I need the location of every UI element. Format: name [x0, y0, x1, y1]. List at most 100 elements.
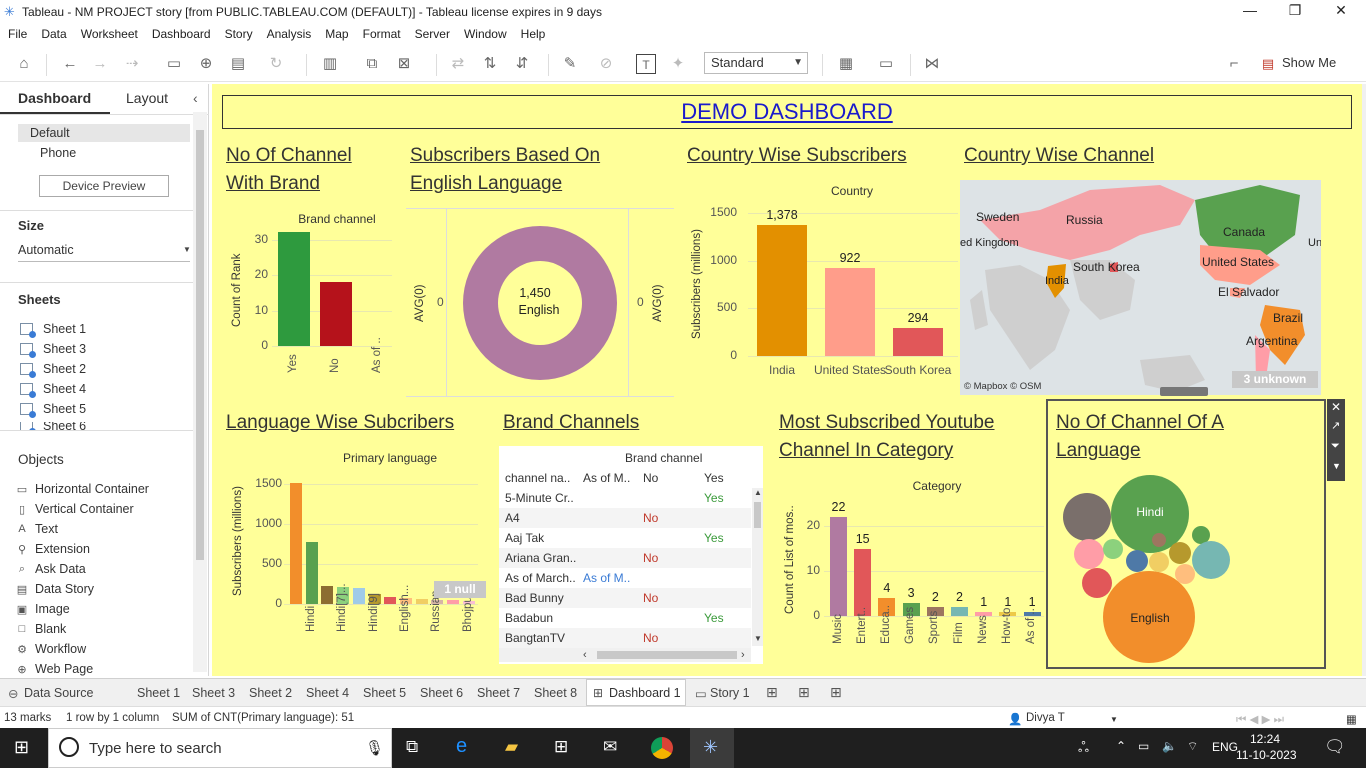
show-me-button[interactable]: Show Me	[1282, 55, 1336, 70]
col-as-of[interactable]: As of M..	[583, 471, 630, 485]
replay-icon[interactable]: ⇢	[122, 54, 142, 74]
null-badge[interactable]: 1 null	[434, 581, 486, 598]
close-icon[interactable]: ✕	[1331, 400, 1341, 414]
new-worksheet-icon[interactable]: ⊞	[766, 684, 778, 701]
object-text[interactable]: A Text	[16, 522, 58, 536]
dashboard-title[interactable]: DEMO DASHBOARD	[681, 99, 892, 124]
unknown-badge[interactable]: 3 unknown	[1232, 371, 1318, 388]
table-row[interactable]: A4 No	[499, 508, 751, 528]
more-options-icon[interactable]: ▼	[1332, 461, 1341, 471]
clear-sheet-icon[interactable]: ⊠	[394, 54, 414, 74]
tab-sheet-1[interactable]: Sheet 1	[137, 686, 180, 700]
filter-icon[interactable]: ⏷	[1331, 440, 1340, 453]
device-phone[interactable]: Phone	[40, 146, 76, 160]
tableau-taskbar-item[interactable]: ✳	[690, 728, 734, 768]
object-workflow[interactable]: ⚙ Workflow	[16, 642, 86, 656]
undo-icon[interactable]: ←	[60, 54, 80, 74]
close-icon[interactable]: ✕	[1331, 2, 1351, 19]
speaker-icon[interactable]: 🔈	[1162, 739, 1177, 753]
object-data-story[interactable]: ▤ Data Story	[16, 582, 94, 596]
chrome-icon[interactable]	[651, 737, 673, 759]
tab-sheet-5[interactable]: Sheet 5	[363, 686, 406, 700]
tab-dashboard-1[interactable]: ⊞ Dashboard 1	[586, 679, 686, 706]
bar[interactable]	[757, 224, 807, 356]
network-icon[interactable]: ⌔	[1187, 739, 1198, 754]
fit-select[interactable]: Standard ▼	[704, 52, 808, 74]
windows-start-icon[interactable]: ⊞	[14, 737, 29, 758]
microphone-icon[interactable]: 🎙	[365, 739, 384, 757]
size-select[interactable]: Automatic	[18, 243, 74, 257]
sheet-item[interactable]: Sheet 3	[20, 342, 86, 358]
bubble[interactable]	[1082, 568, 1112, 598]
edge-icon[interactable]: e	[456, 735, 467, 758]
mail-icon[interactable]: ✉	[603, 737, 617, 757]
tab-sheet-7[interactable]: Sheet 7	[477, 686, 520, 700]
menu-worksheet[interactable]: Worksheet	[81, 27, 138, 41]
chevron-down-icon[interactable]: ▼	[183, 245, 191, 254]
new-story-icon[interactable]: ⊞	[830, 684, 842, 701]
tab-dashboard[interactable]: Dashboard	[18, 90, 91, 106]
world-map[interactable]: Sweden Russia Canada ed Kingdom South Ko…	[960, 180, 1321, 395]
bar[interactable]	[305, 541, 318, 604]
col-yes[interactable]: Yes	[704, 471, 724, 485]
pause-icon[interactable]: ▤	[228, 54, 248, 74]
bubble[interactable]	[1175, 564, 1195, 584]
menu-format[interactable]: Format	[363, 27, 401, 41]
tab-story-1[interactable]: Story 1	[710, 686, 750, 700]
menu-help[interactable]: Help	[521, 27, 546, 41]
bubble[interactable]	[1152, 533, 1166, 547]
menu-story[interactable]: Story	[225, 27, 253, 41]
scrollbar-thumb[interactable]	[196, 130, 204, 560]
object-ask-data[interactable]: ⌕ Ask Data	[16, 562, 86, 576]
sheet-item[interactable]: Sheet 4	[20, 382, 86, 398]
save-icon[interactable]: ▭	[164, 54, 184, 74]
home-icon[interactable]: ⌂	[14, 54, 34, 74]
collapse-icon[interactable]: ‹	[193, 90, 198, 106]
task-view-icon[interactable]: ⧉	[406, 737, 418, 757]
bar[interactable]	[352, 587, 365, 604]
clock-time[interactable]: 12:24	[1250, 732, 1280, 746]
tab-layout[interactable]: Layout	[126, 90, 168, 106]
bubble[interactable]	[1063, 493, 1111, 541]
minimize-icon[interactable]: —	[1240, 2, 1260, 18]
paint-icon[interactable]: ⌐	[1224, 54, 1244, 74]
sheet-item[interactable]: Sheet 6	[20, 422, 86, 430]
menu-dashboard[interactable]: Dashboard	[152, 27, 211, 41]
presentation-icon[interactable]: ▭	[876, 54, 896, 74]
restore-icon[interactable]: ❐	[1285, 2, 1305, 19]
notifications-icon[interactable]: 🗨	[1324, 737, 1346, 757]
bubble[interactable]	[1149, 552, 1169, 572]
first-page-icon[interactable]: ⏮ ◀ ▶ ⏭	[1236, 712, 1284, 727]
sort-asc-icon[interactable]: ⇅	[480, 54, 500, 74]
table-row[interactable]: Aaj Tak Yes	[499, 528, 751, 548]
chevron-up-icon[interactable]: ⌃	[1116, 739, 1126, 753]
bar[interactable]	[384, 596, 397, 604]
menu-map[interactable]: Map	[325, 27, 348, 41]
sheet-item[interactable]: Sheet 1	[20, 322, 86, 338]
go-to-sheet-icon[interactable]: ↗	[1331, 419, 1340, 432]
bar[interactable]	[415, 599, 428, 604]
bubble[interactable]	[1074, 539, 1104, 569]
col-channel-name[interactable]: channel na..	[505, 471, 570, 485]
object-vertical-container[interactable]: ▯ Vertical Container	[16, 502, 134, 516]
new-datasource-icon[interactable]: ⊕	[196, 54, 216, 74]
chevron-right-icon[interactable]: ›	[741, 649, 745, 661]
new-sheet-icon[interactable]: ▥	[320, 54, 340, 74]
tab-sheet-8[interactable]: Sheet 8	[534, 686, 577, 700]
container-grip-icon[interactable]	[1160, 387, 1208, 396]
bar[interactable]	[447, 600, 459, 604]
highlight-icon[interactable]: ✎	[560, 54, 580, 74]
chevron-down-icon[interactable]: ▼	[754, 634, 762, 643]
device-default[interactable]: Default	[30, 126, 70, 140]
attach-icon[interactable]: ⊘	[596, 54, 616, 74]
share-icon[interactable]: ⋈	[922, 54, 942, 74]
table-row[interactable]: 5-Minute Cr.. Yes	[499, 488, 751, 508]
language-indicator[interactable]: ENG	[1212, 740, 1238, 754]
tab-sheet-4[interactable]: Sheet 4	[306, 686, 349, 700]
object-extension[interactable]: ⚲ Extension	[16, 542, 90, 556]
bubble[interactable]	[1103, 539, 1123, 559]
bubble[interactable]	[1126, 550, 1148, 572]
table-row[interactable]: Bad Bunny No	[499, 588, 751, 608]
table-hscroll[interactable]: ‹ ›	[499, 648, 751, 662]
object-image[interactable]: ▣ Image	[16, 602, 70, 616]
